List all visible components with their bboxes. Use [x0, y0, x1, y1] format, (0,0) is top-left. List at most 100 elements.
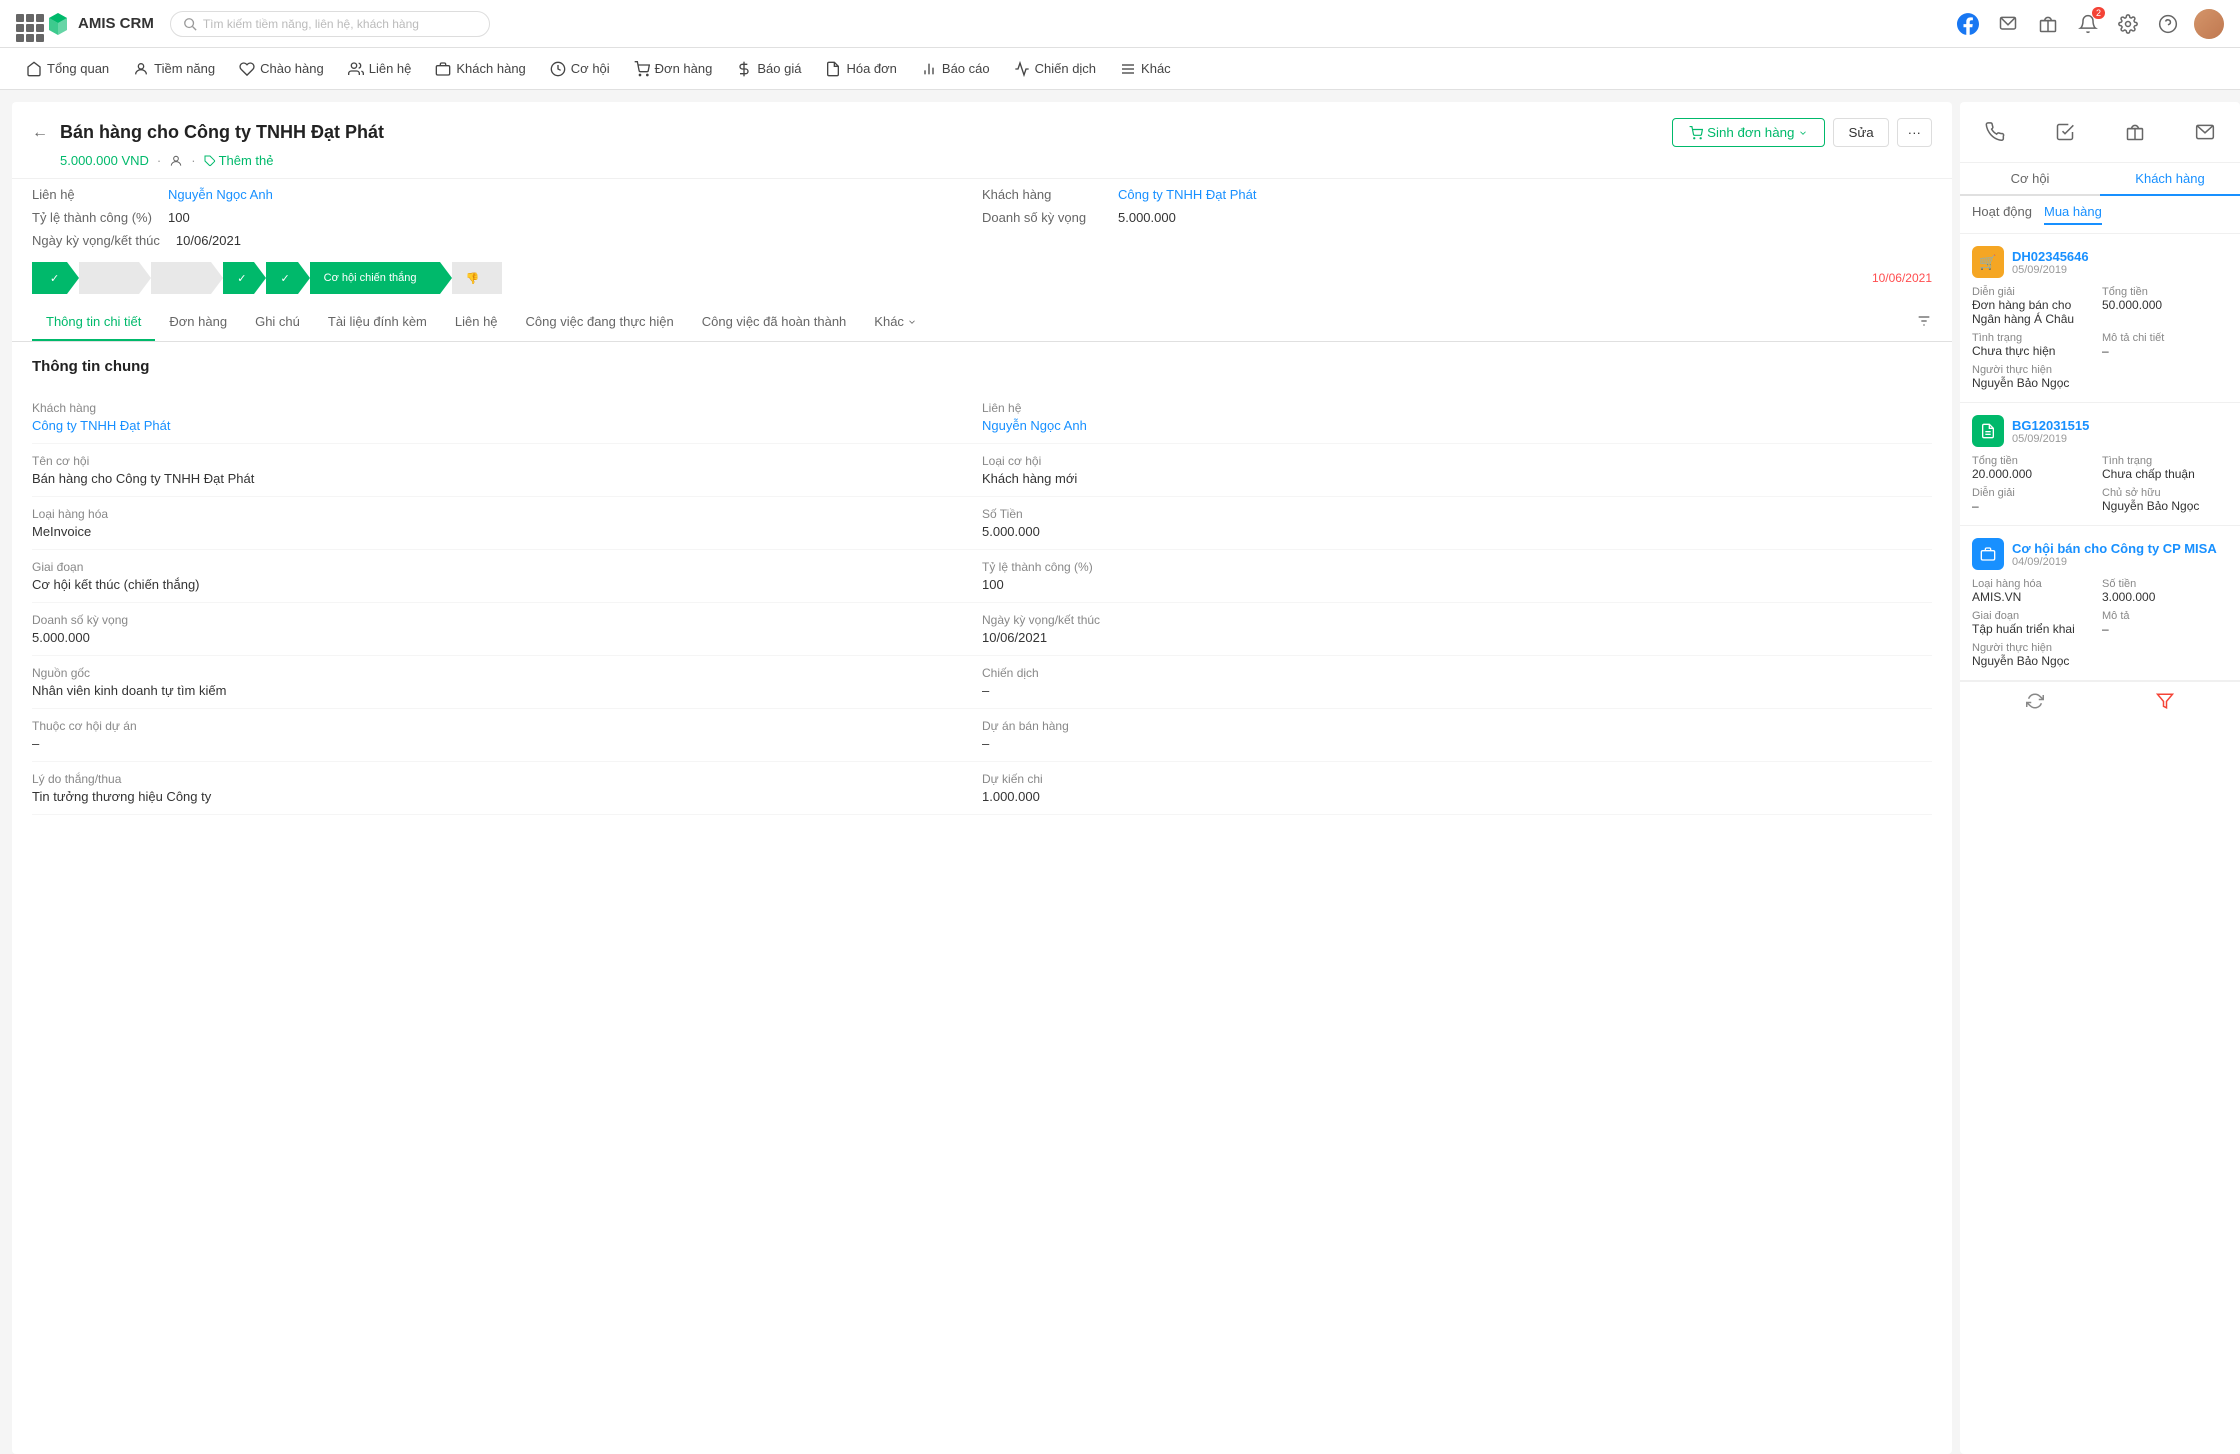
field-ten-co-hoi: Tên cơ hội Bán hàng cho Công ty TNHH Đạt… — [32, 444, 982, 497]
field-nguon-goc: Nguồn gốc Nhân viên kinh doanh tự tìm ki… — [32, 656, 982, 709]
pc-field-tinh-trang: Tình trạng Chưa thực hiện — [1972, 332, 2098, 358]
pc-field-dien-giai-2: Diễn giải – — [1972, 487, 2098, 513]
progress-step-2[interactable] — [79, 262, 151, 294]
nav-khac[interactable]: Khác — [1110, 48, 1181, 90]
pc-title-1[interactable]: DH02345646 — [2012, 249, 2089, 264]
rp-subtab-hoat-dong[interactable]: Hoạt động — [1972, 204, 2032, 225]
back-button[interactable]: ← — [32, 124, 48, 142]
field-chien-dich: Chiến dịch – — [982, 656, 1932, 709]
nav-bao-cao[interactable]: Báo cáo — [911, 48, 1000, 90]
pc-fields-3: Loại hàng hóa AMIS.VN Số tiền 3.000.000 … — [1972, 578, 2228, 668]
field-ngay-ky-vong: Ngày kỳ vọng/kết thúc 10/06/2021 — [982, 603, 1932, 656]
rp-email-icon[interactable] — [2187, 114, 2223, 150]
help-icon[interactable] — [2154, 10, 2182, 38]
progress-step-lose[interactable]: 👎 — [452, 262, 502, 294]
nav-don-hang[interactable]: Đơn hàng — [624, 48, 723, 90]
progress-step-4[interactable]: ✓ — [223, 262, 266, 294]
progress-step-5[interactable]: ✓ — [266, 262, 309, 294]
pc-icon-3 — [1972, 538, 2004, 570]
tab-cong-viec-xong[interactable]: Công việc đã hoàn thành — [688, 304, 861, 341]
field-grid: Khách hàng Công ty TNHH Đạt Phát Liên hệ… — [32, 391, 1932, 815]
app-logo[interactable]: AMIS CRM — [44, 10, 154, 38]
pc-field-tong-tien-2: Tổng tiền 20.000.000 — [1972, 455, 2098, 481]
tab-khac[interactable]: Khác — [860, 304, 931, 341]
field-ty-le: Tỷ lệ thành công (%) 100 — [982, 550, 1932, 603]
rp-bottom-actions — [1960, 681, 2240, 725]
tab-ghi-chu[interactable]: Ghi chú — [241, 304, 314, 341]
purchase-card-2: BG12031515 05/09/2019 Tổng tiền 20.000.0… — [1960, 403, 2240, 526]
info-khach-hang: Khách hàng Công ty TNHH Đạt Phát — [982, 187, 1932, 202]
rp-filter-icon[interactable] — [2156, 692, 2174, 715]
tab-don-hang[interactable]: Đơn hàng — [155, 304, 241, 341]
rp-refresh-icon[interactable] — [2026, 692, 2044, 715]
rp-task-icon[interactable] — [2047, 114, 2083, 150]
search-bar[interactable]: Tìm kiếm tiềm năng, liên hệ, khách hàng — [170, 11, 490, 37]
progress-step-1[interactable]: ✓ — [32, 262, 79, 294]
pc-field-loai-hang-3: Loại hàng hóa AMIS.VN — [1972, 578, 2098, 604]
tab-tai-lieu[interactable]: Tài liệu đính kèm — [314, 304, 441, 341]
pc-icon-2 — [1972, 415, 2004, 447]
info-doanh-so: Doanh số kỳ vọng 5.000.000 — [982, 210, 1932, 225]
tab-lien-he[interactable]: Liên hệ — [441, 304, 512, 341]
rp-icons — [1960, 102, 2240, 163]
nav-hoa-don[interactable]: Hóa đơn — [815, 48, 906, 90]
rp-tab-khach-hang[interactable]: Khách hàng — [2100, 163, 2240, 196]
progress-bar: ✓ ✓ ✓ Cơ — [12, 256, 1952, 304]
pc-title-2[interactable]: BG12031515 — [2012, 418, 2089, 433]
field-so-tien: Số Tiền 5.000.000 — [982, 497, 1932, 550]
nav-lien-he[interactable]: Liên hệ — [338, 48, 422, 90]
rp-tab-co-hoi[interactable]: Cơ hội — [1960, 163, 2100, 194]
tab-filter-icon[interactable] — [1916, 313, 1932, 332]
tag-person — [169, 154, 183, 168]
nav-bao-gia[interactable]: Báo giá — [726, 48, 811, 90]
tab-cong-viec-dang[interactable]: Công việc đang thực hiện — [512, 304, 688, 341]
nav-tiem-nang[interactable]: Tiềm năng — [123, 48, 225, 90]
field-thuoc-co-hoi: Thuộc cơ hội dự án – — [32, 709, 982, 762]
nav-co-hoi[interactable]: Cơ hội — [540, 48, 620, 90]
app-grid-icon[interactable] — [16, 14, 36, 34]
pc-fields-1: Diễn giải Đơn hàng bán choNgân hàng Á Ch… — [1972, 286, 2228, 390]
bell-icon[interactable]: 2 — [2074, 10, 2102, 38]
notification2-icon[interactable] — [1994, 10, 2022, 38]
field-giai-doan: Giai đoạn Cơ hội kết thúc (chiến thắng) — [32, 550, 982, 603]
right-panel: Cơ hội Khách hàng Hoạt động Mua hàng 🛒 D… — [1960, 102, 2240, 1454]
main-panel: ← Bán hàng cho Công ty TNHH Đạt Phát Sin… — [12, 102, 1952, 1454]
rp-tabs: Cơ hội Khách hàng — [1960, 163, 2240, 196]
info-rows: Liên hệ Nguyễn Ngọc Anh Khách hàng Công … — [12, 179, 1952, 256]
content-layout: ← Bán hàng cho Công ty TNHH Đạt Phát Sin… — [0, 90, 2240, 1454]
field-loai-hang-hoa: Loại hàng hóa MeInvoice — [32, 497, 982, 550]
pc-title-3[interactable]: Cơ hội bán cho Công ty CP MISA — [2012, 541, 2217, 556]
pc-date-1: 05/09/2019 — [2012, 264, 2089, 276]
nav-khach-hang[interactable]: Khách hàng — [425, 48, 535, 90]
pc-field-chu-so-huu: Chủ sở hữu Nguyễn Bảo Ngọc — [2102, 487, 2228, 513]
gift-icon[interactable] — [2034, 10, 2062, 38]
main-nav: Tổng quan Tiềm năng Chào hàng Liên hệ Kh… — [0, 48, 2240, 90]
info-ngay-ky-vong: Ngày kỳ vọng/kết thúc 10/06/2021 — [32, 233, 982, 248]
progress-date: 10/06/2021 — [1872, 271, 1932, 285]
amount-value: 5.000.000 VND — [60, 153, 149, 168]
progress-step-3[interactable] — [151, 262, 223, 294]
user-avatar[interactable] — [2194, 9, 2224, 39]
tab-thong-tin[interactable]: Thông tin chi tiết — [32, 304, 155, 341]
settings-icon[interactable] — [2114, 10, 2142, 38]
pc-field-mo-ta: Mô tả chi tiết – — [2102, 332, 2228, 358]
pc-field-tong-tien: Tổng tiền 50.000.000 — [2102, 286, 2228, 326]
facebook-icon[interactable] — [1954, 10, 1982, 38]
purchase-list: 🛒 DH02345646 05/09/2019 Diễn giải Đơn hà… — [1960, 234, 2240, 681]
edit-button[interactable]: Sửa — [1833, 118, 1888, 147]
progress-step-win[interactable]: Cơ hội chiến thắng — [310, 262, 452, 294]
nav-chien-dich[interactable]: Chiến dịch — [1004, 48, 1106, 90]
pc-date-3: 04/09/2019 — [2012, 556, 2217, 568]
add-tag-button[interactable]: Thêm thẻ — [204, 153, 274, 168]
nav-tong-quan[interactable]: Tổng quan — [16, 48, 119, 90]
rp-gift-icon[interactable] — [2117, 114, 2153, 150]
rp-phone-icon[interactable] — [1977, 114, 2013, 150]
nav-chao-hang[interactable]: Chào hàng — [229, 48, 334, 90]
pc-icon-1: 🛒 — [1972, 246, 2004, 278]
more-button[interactable]: ··· — [1897, 118, 1932, 147]
field-du-kien-chi: Dự kiến chi 1.000.000 — [982, 762, 1932, 815]
rp-subtab-mua-hang[interactable]: Mua hàng — [2044, 204, 2102, 225]
order-button[interactable]: Sinh đơn hàng — [1672, 118, 1825, 147]
field-ly-do: Lý do thắng/thua Tin tưởng thương hiệu C… — [32, 762, 982, 815]
field-lien-he: Liên hệ Nguyễn Ngọc Anh — [982, 391, 1932, 444]
